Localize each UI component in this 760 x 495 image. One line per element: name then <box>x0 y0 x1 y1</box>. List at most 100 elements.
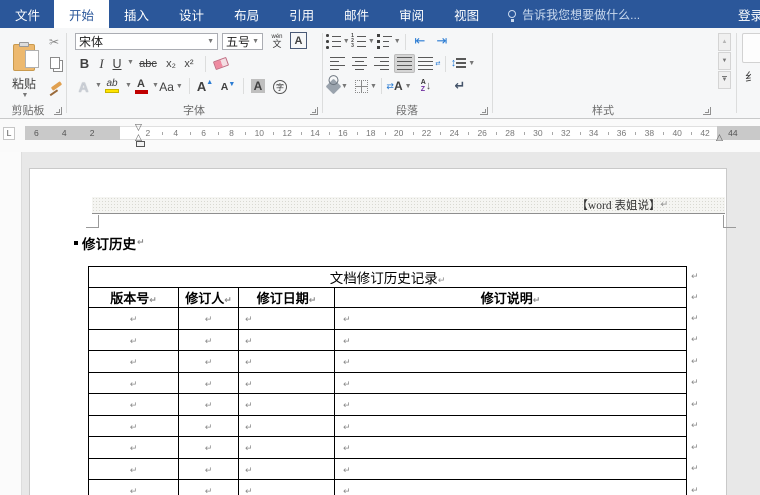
table-empty-cell[interactable]: ↵ <box>89 329 179 351</box>
font-dialog-launcher-icon[interactable] <box>310 107 318 115</box>
table-empty-cell[interactable]: ↵ <box>239 308 335 330</box>
page-header-area[interactable]: 【word 表姐说】 ↵ <box>92 197 725 214</box>
table-empty-cell[interactable]: ↵ <box>239 458 335 480</box>
table-empty-cell[interactable]: ↵ <box>179 329 239 351</box>
phonetic-guide-button[interactable]: wén 文 <box>267 31 287 51</box>
revision-table[interactable]: 文档修订历史记录↵版本号↵修订人↵修订日期↵修订说明↵↵↵↵↵↵↵↵↵↵↵↵↵↵… <box>88 266 687 495</box>
table-empty-cell[interactable]: ↵ <box>335 437 687 459</box>
paste-button[interactable]: 粘贴 ▼ <box>4 33 44 109</box>
table-empty-cell[interactable]: ↵ <box>179 394 239 416</box>
asian-layout-button[interactable]: ⇄ A ▼ <box>386 77 412 95</box>
line-spacing-button[interactable]: ↕ ▼ <box>451 54 475 72</box>
ribbon-tab[interactable]: 插入 <box>109 0 164 28</box>
font-name-combo[interactable]: 宋体 ▼ <box>75 33 218 50</box>
table-empty-cell[interactable]: ↵ <box>179 351 239 373</box>
styles-more-button[interactable]: ▼ <box>718 71 731 89</box>
table-empty-cell[interactable]: ↵ <box>239 437 335 459</box>
table-empty-cell[interactable]: ↵ <box>335 308 687 330</box>
table-empty-cell[interactable]: ↵ <box>239 351 335 373</box>
superscript-button[interactable]: x² <box>181 55 197 72</box>
ribbon-tab[interactable]: 设计 <box>164 0 219 28</box>
styles-scroll-down-button[interactable]: ▼ <box>718 52 731 70</box>
sort-button[interactable]: AZ ↓ <box>416 76 436 96</box>
font-size-combo[interactable]: 五号 ▼ <box>222 33 263 50</box>
ribbon-tab[interactable]: 开始 <box>54 0 109 28</box>
table-empty-cell[interactable]: ↵ <box>335 415 687 437</box>
table-empty-cell[interactable]: ↵ <box>89 394 179 416</box>
table-empty-cell[interactable]: ↵ <box>335 329 687 351</box>
highlight-color-button[interactable]: ab <box>103 76 121 96</box>
table-title-cell[interactable]: 文档修订历史记录↵ <box>89 267 687 288</box>
show-hide-marks-button[interactable]: ↵ <box>451 76 469 96</box>
subscript-button[interactable]: x₂ <box>163 55 179 72</box>
document-heading[interactable]: 修订历史 ↵ <box>74 233 145 253</box>
table-empty-cell[interactable]: ↵ <box>89 480 179 495</box>
table-empty-cell[interactable]: ↵ <box>89 458 179 480</box>
table-header-cell[interactable]: 修订日期↵ <box>239 288 335 308</box>
align-left-button[interactable] <box>328 55 347 72</box>
copy-button[interactable] <box>47 55 63 71</box>
table-empty-cell[interactable]: ↵ <box>89 437 179 459</box>
table-empty-cell[interactable]: ↵ <box>89 351 179 373</box>
ribbon-tab[interactable]: 审阅 <box>384 0 439 28</box>
ribbon-tab[interactable]: 视图 <box>439 0 494 28</box>
document-page[interactable]: 【word 表姐说】 ↵ 修订历史 ↵ 文档修订历史记录↵版本号↵修订人↵修订日… <box>29 168 727 495</box>
strikethrough-button[interactable]: abc <box>137 55 159 72</box>
underline-dropdown-icon[interactable]: ▼ <box>127 59 134 66</box>
right-indent-marker[interactable]: △ <box>716 133 723 142</box>
character-shading-button[interactable]: A <box>249 77 267 95</box>
table-empty-cell[interactable]: ↵ <box>179 415 239 437</box>
paragraph-dialog-launcher-icon[interactable] <box>480 107 488 115</box>
table-empty-cell[interactable]: ↵ <box>179 308 239 330</box>
table-empty-cell[interactable]: ↵ <box>179 372 239 394</box>
table-empty-cell[interactable]: ↵ <box>335 394 687 416</box>
editing-partial-button[interactable] <box>742 33 760 63</box>
table-empty-cell[interactable]: ↵ <box>179 480 239 495</box>
underline-button[interactable]: U <box>110 55 124 72</box>
align-center-button[interactable] <box>350 55 369 72</box>
shading-button[interactable]: ▼ <box>327 77 349 95</box>
font-color-button[interactable]: A <box>133 76 149 96</box>
cut-button[interactable]: ✂ <box>46 34 62 50</box>
table-empty-cell[interactable]: ↵ <box>89 308 179 330</box>
grow-font-button[interactable]: A▲ <box>195 76 215 96</box>
multilevel-list-button[interactable]: ▼ <box>378 33 400 50</box>
format-painter-button[interactable] <box>48 78 64 94</box>
enclose-characters-button[interactable]: 字 <box>271 78 289 96</box>
table-empty-cell[interactable]: ↵ <box>335 458 687 480</box>
font-color-dropdown-icon[interactable]: ▼ <box>152 82 159 89</box>
character-border-button[interactable]: A <box>290 32 307 49</box>
table-empty-cell[interactable]: ↵ <box>335 480 687 495</box>
table-empty-cell[interactable]: ↵ <box>179 458 239 480</box>
italic-button[interactable]: I <box>95 55 108 72</box>
table-empty-cell[interactable]: ↵ <box>239 329 335 351</box>
bold-button[interactable]: B <box>77 55 92 72</box>
clear-formatting-button[interactable] <box>211 55 231 72</box>
tell-me-box[interactable]: 告诉我您想要做什么... <box>508 0 640 28</box>
table-empty-cell[interactable]: ↵ <box>89 372 179 394</box>
table-empty-cell[interactable]: ↵ <box>239 394 335 416</box>
borders-button[interactable]: ▼ <box>355 77 377 95</box>
table-empty-cell[interactable]: ↵ <box>89 415 179 437</box>
sign-in-button[interactable]: 登录 <box>738 0 760 28</box>
table-empty-cell[interactable]: ↵ <box>239 372 335 394</box>
decrease-indent-button[interactable]: ⇤ <box>411 32 429 50</box>
highlight-dropdown-icon[interactable]: ▼ <box>125 82 132 89</box>
justify-button[interactable] <box>394 54 415 73</box>
clipboard-dialog-launcher-icon[interactable] <box>54 107 62 115</box>
tab-selector[interactable]: L <box>3 127 15 140</box>
change-case-button[interactable]: Aa▼ <box>161 77 181 96</box>
table-header-cell[interactable]: 修订说明↵ <box>335 288 687 308</box>
ribbon-tab[interactable]: 布局 <box>219 0 274 28</box>
table-empty-cell[interactable]: ↵ <box>335 351 687 373</box>
table-empty-cell[interactable]: ↵ <box>179 437 239 459</box>
increase-indent-button[interactable]: ⇥ <box>433 32 451 50</box>
ribbon-tab[interactable]: 引用 <box>274 0 329 28</box>
table-empty-cell[interactable]: ↵ <box>239 415 335 437</box>
align-right-button[interactable] <box>372 55 391 72</box>
text-effects-dropdown-icon[interactable]: ▼ <box>95 82 102 89</box>
distribute-button[interactable]: ⇄ <box>419 55 440 72</box>
bullets-button[interactable]: ▼ <box>328 33 348 50</box>
styles-scroll-up-button[interactable]: ▲ <box>718 33 731 51</box>
tab-file[interactable]: 文件 <box>0 0 54 28</box>
